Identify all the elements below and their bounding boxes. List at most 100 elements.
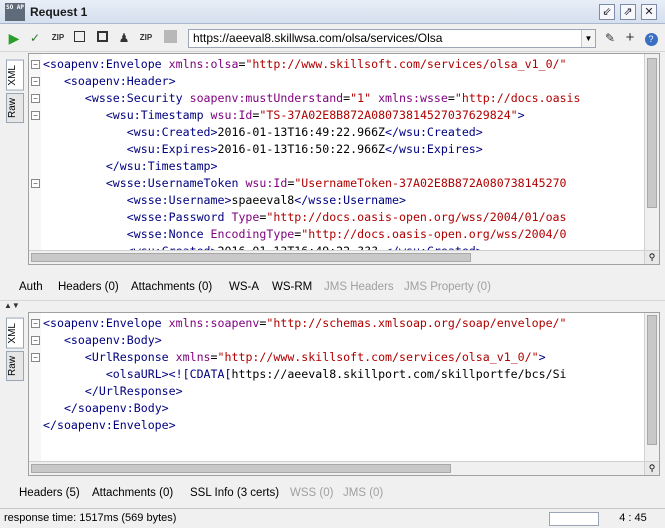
code-line[interactable]: <soapenv:Envelope xmlns:soapenv="http://…: [43, 315, 643, 332]
fold-toggle-icon[interactable]: −: [31, 60, 40, 69]
xml-token: </wsu:Timestamp>: [105, 159, 218, 173]
code-line[interactable]: <UrlResponse xmlns="http://www.skillsoft…: [43, 349, 643, 366]
request-view-tabs: XML Raw: [6, 60, 26, 125]
tab-headers-5[interactable]: Headers (5): [19, 487, 80, 499]
code-line[interactable]: <wsu:Created>2016-01-13T16:49:22.966Z</w…: [43, 124, 643, 141]
xml-token: <wsse:Security: [84, 91, 190, 105]
xml-token: https://aeeval8.skillport.com/skillportf…: [231, 367, 567, 381]
tab-ws-a[interactable]: WS-A: [229, 281, 259, 293]
xml-token: <![CDATA[: [168, 367, 232, 381]
xml-token: xmlns: [175, 350, 211, 364]
code-line[interactable]: </wsu:Timestamp>: [43, 158, 643, 175]
run-icon[interactable]: ▶: [6, 30, 22, 46]
xml-token: EncodingType: [210, 227, 295, 241]
xml-token: </wsse:Username>: [294, 193, 406, 207]
encryption-icon[interactable]: ZIP: [138, 30, 154, 46]
progress-box: [549, 512, 599, 526]
xml-token: xmlns:wsse: [378, 91, 448, 105]
zip-icon[interactable]: ZIP: [50, 30, 66, 46]
panel-splitter[interactable]: ▲▼: [0, 300, 665, 312]
tab-xml[interactable]: XML: [6, 60, 24, 91]
help-icon[interactable]: ?: [643, 30, 659, 46]
zoom-icon[interactable]: ⚲: [644, 250, 659, 264]
request-tabs: Auth Headers (0) Attachments (0) WS-A WS-RM J…: [0, 278, 665, 298]
tab-headers-0[interactable]: Headers (0): [58, 281, 119, 293]
code-line[interactable]: </soapenv:Body>: [43, 400, 643, 417]
tab-raw[interactable]: Raw: [6, 92, 24, 123]
request-editor[interactable]: − − − − − <soapenv:Envelope xmlns:olsa="http…: [28, 53, 660, 265]
chevron-down-icon[interactable]: ▼: [581, 30, 595, 47]
soap-logo-icon: SO AP: [5, 3, 25, 21]
fold-toggle-icon[interactable]: −: [31, 179, 40, 188]
fold-toggle-icon[interactable]: −: [31, 319, 40, 328]
xml-token: xmlns:olsa: [168, 57, 239, 71]
xml-token: Type: [231, 210, 260, 224]
endpoint-url-input[interactable]: https://aeeval8.skillwsa.com/olsa/servic…: [188, 29, 596, 48]
user-icon[interactable]: ♟: [116, 30, 132, 46]
request-horizontal-scrollbar[interactable]: [29, 250, 644, 264]
code-line[interactable]: <olsaURL><![CDATA[https://aeeval8.skillp…: [43, 366, 643, 383]
response-editor[interactable]: − − − <soapenv:Envelope xmlns:soapenv="htt…: [28, 312, 660, 476]
code-line[interactable]: <wsse:Security soapenv:mustUnderstand = "1…: [43, 90, 643, 107]
code-line[interactable]: <wsu:Timestamp wsu:Id="TS-37A02E8B872A08…: [43, 107, 643, 124]
xml-token: wsu:Id: [210, 108, 253, 122]
response-horizontal-scrollbar[interactable]: [29, 461, 644, 475]
xml-token: "TS-37A02E8B872A08073814527037629824": [259, 108, 518, 122]
code-line[interactable]: <soapenv:Header>: [43, 73, 643, 90]
fold-toggle-icon[interactable]: −: [31, 77, 40, 86]
xml-token: "1": [350, 91, 372, 105]
zoom-icon[interactable]: ⚲: [644, 461, 659, 475]
xml-token: <wsu:Created>: [126, 125, 218, 139]
xml-token: wsu:Id: [245, 176, 288, 190]
tab-auth[interactable]: Auth: [19, 281, 43, 293]
code-line[interactable]: <wsse:Nonce EncodingType="http://docs.oa…: [43, 226, 643, 243]
xml-token: <soapenv:Envelope: [43, 57, 169, 71]
detach-icon[interactable]: ⇙: [599, 4, 615, 20]
tab-wss-0: WSS (0): [290, 487, 334, 499]
tab-xml[interactable]: XML: [6, 318, 24, 349]
xml-token: <wsu:Expires>: [126, 142, 218, 156]
response-xml[interactable]: <soapenv:Envelope xmlns:soapenv="http://…: [43, 315, 643, 434]
fold-toggle-icon[interactable]: −: [31, 336, 40, 345]
xml-token: >: [517, 108, 525, 122]
code-line[interactable]: <soapenv:Body>: [43, 332, 643, 349]
request-xml[interactable]: <soapenv:Envelope xmlns:olsa = "http://www…: [43, 56, 643, 260]
tab-attachments-0[interactable]: Attachments (0): [92, 487, 173, 499]
response-time: response time: 1517ms (569 bytes): [4, 512, 177, 524]
fold-toggle-icon[interactable]: −: [31, 94, 40, 103]
tab-jms-property-0: JMS Property (0): [404, 281, 491, 293]
validate-icon[interactable]: ✓: [27, 30, 43, 46]
xml-token: "http://schemas.xmlsoap.org/soap/envelop…: [266, 316, 567, 330]
fold-toggle-icon[interactable]: −: [31, 353, 40, 362]
edit-endpoint-icon[interactable]: ✎: [602, 30, 618, 46]
code-line[interactable]: <wsse:Username>spaeeval8</wsse:Username>: [43, 192, 643, 209]
xml-token: spaeeval8: [231, 193, 295, 207]
code-line[interactable]: </soapenv:Envelope>: [43, 417, 643, 434]
code-line[interactable]: <wsu:Expires>2016-01-13T16:50:22.966Z</w…: [43, 141, 643, 158]
response-vertical-scrollbar[interactable]: [644, 313, 659, 461]
code-line[interactable]: </UrlResponse>: [43, 383, 643, 400]
close-icon[interactable]: ✕: [641, 4, 657, 20]
code-line[interactable]: <soapenv:Envelope xmlns:olsa="http://www…: [43, 56, 643, 73]
tab-raw[interactable]: Raw: [6, 350, 24, 381]
tab-attachments-0[interactable]: Attachments (0): [131, 281, 212, 293]
xml-token: <soapenv:Envelope: [43, 316, 169, 330]
code-line[interactable]: <wsse:UsernameToken wsu:Id="UsernameToke…: [43, 175, 643, 192]
add-icon[interactable]: +: [622, 30, 638, 46]
xml-token: </soapenv:Body>: [63, 401, 169, 415]
tab-ws-rm[interactable]: WS-RM: [272, 281, 312, 293]
xml-token: </wsu:Expires>: [385, 142, 483, 156]
maximize-icon[interactable]: ⇗: [620, 4, 636, 20]
request-toolbar: ▶ ✓ ZIP ♟ ZIP https://aeeval8.skillwsa.c…: [0, 24, 665, 52]
splitter-arrows-icon[interactable]: ▲▼: [4, 301, 20, 311]
tab-ssl-info-3-certs[interactable]: SSL Info (3 certs): [190, 487, 279, 499]
cancel-icon[interactable]: [71, 30, 87, 46]
fold-toggle-icon[interactable]: −: [31, 111, 40, 120]
request-vertical-scrollbar[interactable]: [644, 54, 659, 250]
disabled-icon: [162, 30, 178, 46]
xml-token: =: [447, 91, 455, 105]
endpoint-url-value: https://aeeval8.skillwsa.com/olsa/servic…: [193, 31, 443, 45]
new-window-icon[interactable]: [94, 30, 110, 46]
code-line[interactable]: <wsse:Password Type="http://docs.oasis-o…: [43, 209, 643, 226]
xml-token: <wsse:Nonce: [126, 227, 211, 241]
